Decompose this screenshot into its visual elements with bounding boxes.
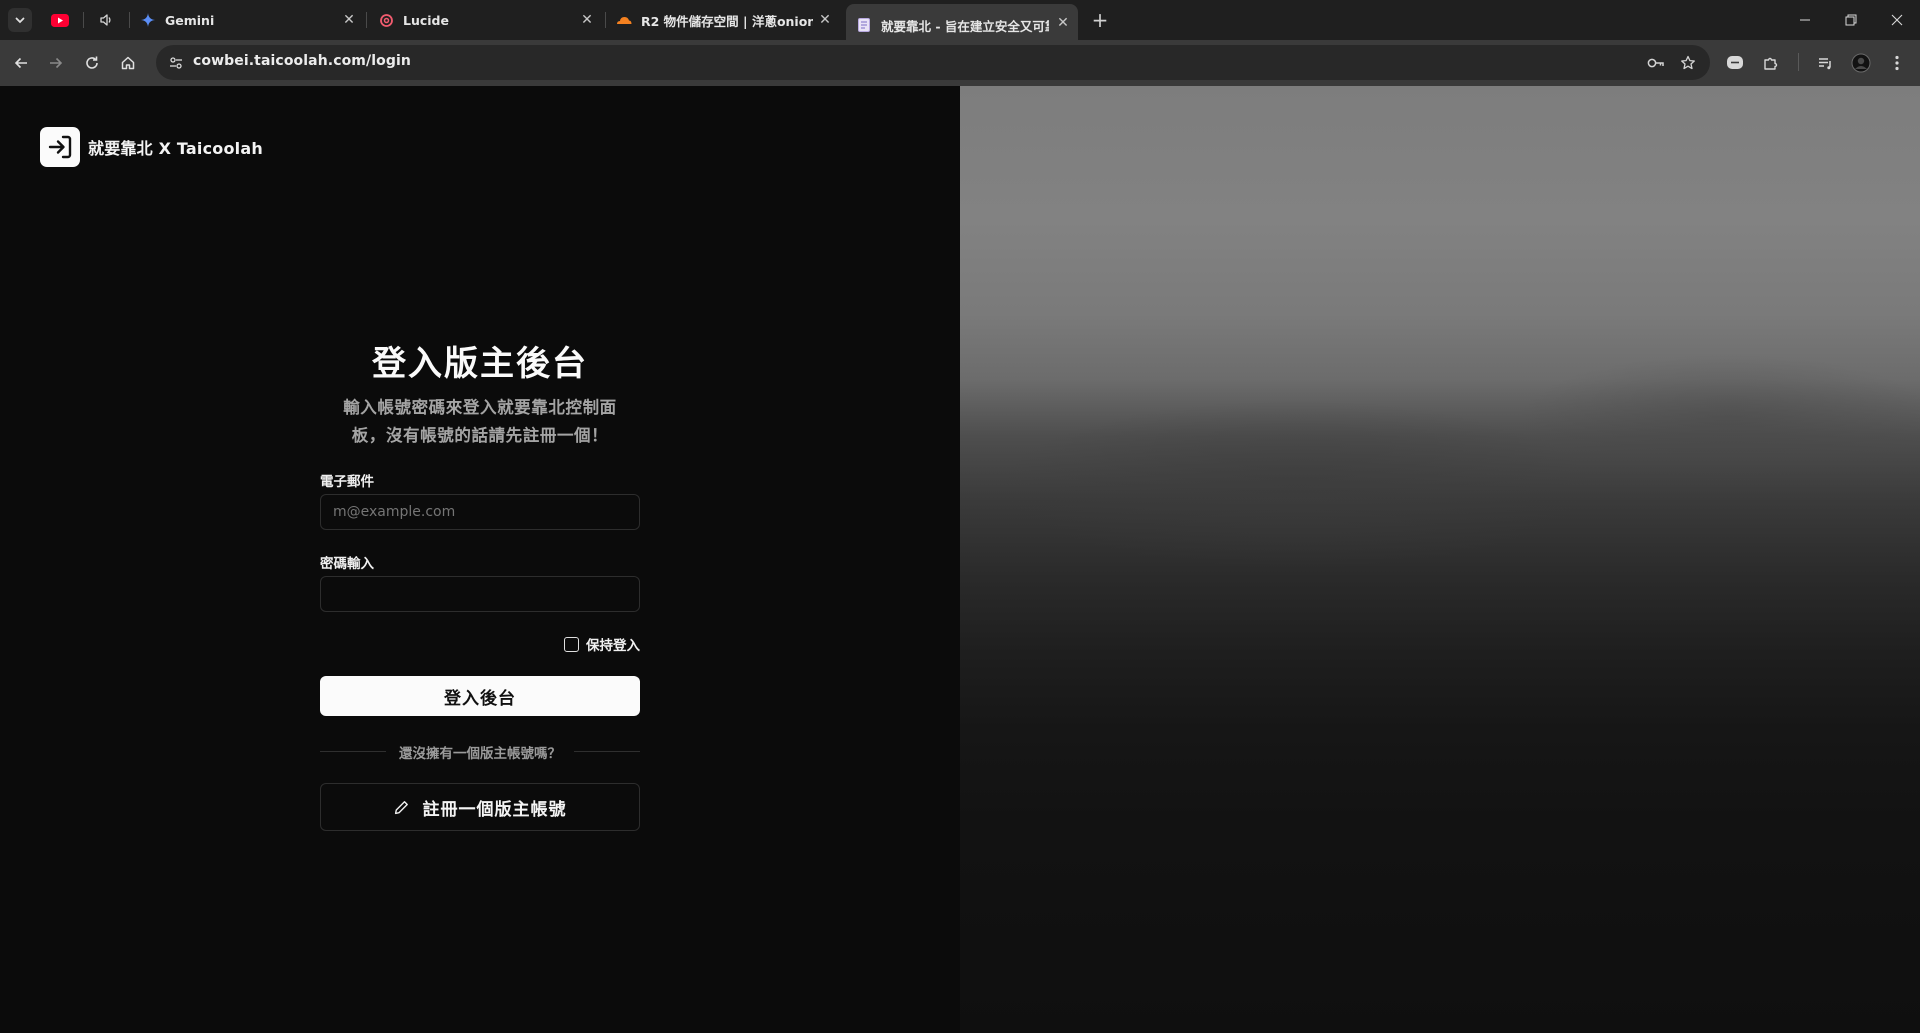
- extensions-button[interactable]: [1758, 50, 1784, 76]
- browser-tab-bar: Gemini ✕ Lucide ✕ R2 物件儲存空間 | 洋蔥onion ✕ …: [0, 0, 1920, 40]
- home-button[interactable]: [115, 50, 141, 76]
- register-divider: 還沒擁有一個版主帳號嗎？: [320, 742, 640, 762]
- tab-separator: [605, 12, 606, 28]
- password-field[interactable]: [320, 576, 640, 612]
- puzzle-icon: [1764, 57, 1778, 70]
- browser-menu-button[interactable]: [1884, 50, 1910, 76]
- tab-title: 就要靠北 - 旨在建立安全又可靠: [881, 18, 1049, 34]
- tab-gemini[interactable]: Gemini ✕: [140, 7, 358, 33]
- brand-name: 就要靠北 X Taicoolah: [88, 139, 263, 158]
- email-label: 電子郵件: [320, 474, 374, 490]
- close-window-button[interactable]: [1882, 8, 1912, 32]
- tab-r2-storage[interactable]: R2 物件儲存空間 | 洋蔥onion ✕: [616, 7, 834, 33]
- page-title: 登入版主後台: [372, 344, 588, 384]
- close-tab-icon[interactable]: ✕: [578, 11, 596, 29]
- site-settings-icon[interactable]: [164, 51, 188, 75]
- close-icon: [1891, 14, 1903, 26]
- close-tab-icon[interactable]: ✕: [1054, 14, 1072, 32]
- media-control-button[interactable]: [1812, 50, 1838, 76]
- minimize-icon: [1800, 19, 1810, 21]
- close-tab-icon[interactable]: ✕: [816, 11, 834, 29]
- cloudflare-icon: [616, 12, 632, 28]
- pinned-tab-audio[interactable]: [91, 8, 121, 32]
- speaker-icon: [100, 14, 111, 26]
- pinned-tab-youtube[interactable]: [45, 8, 75, 32]
- password-label: 密碼輸入: [320, 556, 374, 572]
- log-in-icon: [40, 127, 80, 167]
- brand-header[interactable]: 就要靠北 X Taicoolah: [40, 127, 263, 167]
- hero-image: [960, 86, 1920, 1033]
- avatar-icon: [1851, 53, 1871, 73]
- bookmark-star-icon[interactable]: [1676, 51, 1700, 75]
- line-extension-button[interactable]: [1722, 50, 1748, 76]
- lucide-icon: [378, 12, 394, 28]
- tab-lucide[interactable]: Lucide ✕: [378, 7, 596, 33]
- url-text[interactable]: cowbei.taicoolah.com/login: [193, 53, 411, 69]
- password-key-icon[interactable]: [1644, 51, 1668, 75]
- restore-button[interactable]: [1836, 8, 1866, 32]
- tab-title: Gemini: [165, 12, 215, 28]
- tab-separator: [129, 12, 130, 28]
- tab-title: Lucide: [403, 12, 449, 28]
- register-button[interactable]: 註冊一個版主帳號: [320, 783, 640, 831]
- keep-signed-in-checkbox[interactable]: [564, 636, 579, 652]
- new-tab-button[interactable]: +: [1088, 8, 1112, 32]
- tab-search-button[interactable]: [8, 8, 32, 32]
- page-subtitle: 輸入帳號密碼來登入就要靠北控制面板，沒有帳號的話請先註冊一個！: [343, 398, 617, 445]
- reload-button[interactable]: [79, 50, 105, 76]
- restore-icon: [1845, 14, 1857, 26]
- page-doc-icon: [856, 17, 872, 33]
- divider-text-wrap: 還沒擁有一個版主帳號嗎？: [320, 742, 640, 762]
- tab-title: R2 物件儲存空間 | 洋蔥onion: [641, 13, 813, 29]
- tab-active-cowbei[interactable]: 就要靠北 - 旨在建立安全又可靠 ✕: [846, 4, 1078, 40]
- reload-icon: [86, 56, 98, 69]
- address-bar[interactable]: cowbei.taicoolah.com/login: [156, 45, 1710, 80]
- forward-button[interactable]: [43, 50, 69, 76]
- email-field[interactable]: [320, 494, 640, 530]
- browser-toolbar: cowbei.taicoolah.com/login: [0, 40, 1920, 86]
- profile-avatar[interactable]: [1848, 50, 1874, 76]
- register-button-label: 註冊一個版主帳號: [422, 799, 567, 820]
- login-form: 登入版主後台 輸入帳號密碼來登入就要靠北控制面板，沒有帳號的話請先註冊一個！ 電…: [320, 342, 640, 831]
- queue-music-icon: [1819, 58, 1831, 70]
- more-vertical-icon: [1895, 55, 1899, 71]
- gemini-sparkle-icon: [140, 12, 156, 28]
- divider-text: 還沒擁有一個版主帳號嗎？: [391, 746, 569, 762]
- tab-separator: [366, 12, 367, 28]
- tab-separator: [83, 12, 84, 28]
- chevron-down-icon: [15, 17, 25, 24]
- pencil-icon: [394, 800, 409, 815]
- login-submit-button[interactable]: 登入後台: [320, 676, 640, 716]
- login-panel: 就要靠北 X Taicoolah 登入版主後台 輸入帳號密碼來登入就要靠北控制面…: [0, 86, 960, 1033]
- keep-signed-in-label[interactable]: 保持登入: [586, 634, 640, 654]
- youtube-icon: [51, 13, 69, 27]
- home-icon: [121, 56, 135, 70]
- arrow-left-icon: [14, 57, 27, 69]
- keep-signed-in[interactable]: 保持登入: [564, 634, 640, 654]
- back-button[interactable]: [8, 50, 34, 76]
- arrow-right-icon: [50, 57, 63, 69]
- toolbar-divider: [1798, 53, 1799, 71]
- page-viewport: 就要靠北 X Taicoolah 登入版主後台 輸入帳號密碼來登入就要靠北控制面…: [0, 86, 1920, 1033]
- minimize-button[interactable]: [1790, 8, 1820, 32]
- chat-bubble-icon: [1727, 56, 1743, 69]
- close-tab-icon[interactable]: ✕: [340, 11, 358, 29]
